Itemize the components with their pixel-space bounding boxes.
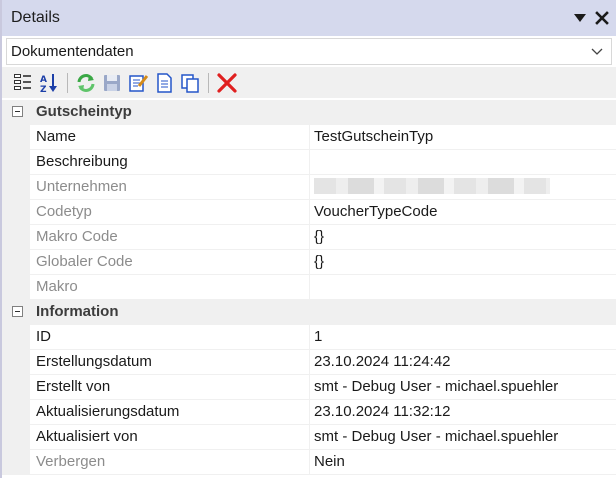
property-value-redacted[interactable] <box>310 175 616 200</box>
property-name: Erstellt von <box>30 375 310 400</box>
property-name: Globaler Code <box>30 250 310 275</box>
property-row[interactable]: Makro Code {} <box>2 225 616 250</box>
property-row[interactable]: ID 1 <box>2 325 616 350</box>
toolbar-separator <box>67 72 68 93</box>
row-gutter <box>2 425 30 450</box>
property-row[interactable]: Aktualisiert von smt - Debug User - mich… <box>2 425 616 450</box>
property-row[interactable]: Makro <box>2 275 616 300</box>
property-value[interactable]: smt - Debug User - michael.spuehler <box>310 425 616 450</box>
triangle-down-icon[interactable] <box>572 10 588 26</box>
refresh-icon[interactable] <box>73 70 99 96</box>
row-gutter <box>2 175 30 200</box>
category-label: Information <box>36 303 119 320</box>
property-grid: Gutscheintyp Name TestGutscheinTyp Besch… <box>2 100 616 475</box>
toolbar: A Z <box>2 67 616 98</box>
property-value[interactable]: {} <box>310 250 616 275</box>
details-panel: Details Dokumentendaten A Z Gutscheintyp… <box>0 0 616 478</box>
row-gutter <box>2 150 30 175</box>
property-name: Aktualisierungsdatum <box>30 400 310 425</box>
row-gutter <box>2 375 30 400</box>
redacted-value <box>314 177 550 194</box>
property-row[interactable]: Erstellungsdatum 23.10.2024 11:24:42 <box>2 350 616 375</box>
property-name: Codetyp <box>30 200 310 225</box>
save-icon[interactable] <box>99 70 125 96</box>
row-gutter <box>2 325 30 350</box>
property-value[interactable]: 23.10.2024 11:32:12 <box>310 400 616 425</box>
category-label: Gutscheintyp <box>36 103 132 120</box>
property-name: Aktualisiert von <box>30 425 310 450</box>
svg-text:Z: Z <box>40 85 47 94</box>
property-value[interactable]: {} <box>310 225 616 250</box>
copy-icon[interactable] <box>177 70 203 96</box>
row-gutter <box>2 225 30 250</box>
property-value[interactable]: Nein <box>310 450 616 475</box>
row-gutter <box>2 200 30 225</box>
sort-alphabetical-icon[interactable]: A Z <box>36 70 62 96</box>
property-value[interactable]: 1 <box>310 325 616 350</box>
property-value[interactable]: smt - Debug User - michael.spuehler <box>310 375 616 400</box>
property-name: Beschreibung <box>30 150 310 175</box>
category-row[interactable]: Information <box>2 300 616 325</box>
row-gutter <box>2 350 30 375</box>
property-row[interactable]: Unternehmen <box>2 175 616 200</box>
property-name: Unternehmen <box>30 175 310 200</box>
property-value[interactable] <box>310 150 616 175</box>
property-value[interactable]: TestGutscheinTyp <box>310 125 616 150</box>
toolbar-separator <box>208 72 209 93</box>
document-type-select-value: Dokumentendaten <box>11 43 134 60</box>
property-row[interactable]: Beschreibung <box>2 150 616 175</box>
title-bar: Details <box>2 0 616 36</box>
collapse-toggle-icon[interactable] <box>12 106 23 117</box>
property-row[interactable]: Erstellt von smt - Debug User - michael.… <box>2 375 616 400</box>
edit-icon[interactable] <box>125 70 151 96</box>
title-bar-controls <box>572 0 610 36</box>
panel-title: Details <box>11 9 60 26</box>
property-name: ID <box>30 325 310 350</box>
close-icon[interactable] <box>594 10 610 26</box>
property-value[interactable] <box>310 275 616 300</box>
row-gutter <box>2 450 30 475</box>
property-name: Erstellungsdatum <box>30 350 310 375</box>
property-row[interactable]: Aktualisierungsdatum 23.10.2024 11:32:12 <box>2 400 616 425</box>
categorized-view-icon[interactable] <box>10 70 36 96</box>
row-gutter <box>2 125 30 150</box>
delete-icon[interactable] <box>214 70 240 96</box>
row-gutter <box>2 250 30 275</box>
property-name: Verbergen <box>30 450 310 475</box>
row-gutter <box>2 400 30 425</box>
row-gutter <box>2 275 30 300</box>
document-type-select[interactable]: Dokumentendaten <box>6 38 612 65</box>
chevron-down-icon <box>591 48 603 55</box>
property-name: Makro Code <box>30 225 310 250</box>
new-document-icon[interactable] <box>151 70 177 96</box>
property-value[interactable]: VoucherTypeCode <box>310 200 616 225</box>
property-row[interactable]: Name TestGutscheinTyp <box>2 125 616 150</box>
svg-text:A: A <box>40 75 47 85</box>
category-row[interactable]: Gutscheintyp <box>2 100 616 125</box>
collapse-toggle-icon[interactable] <box>12 306 23 317</box>
property-row[interactable]: Globaler Code {} <box>2 250 616 275</box>
property-value[interactable]: 23.10.2024 11:24:42 <box>310 350 616 375</box>
property-row[interactable]: Verbergen Nein <box>2 450 616 475</box>
property-row[interactable]: Codetyp VoucherTypeCode <box>2 200 616 225</box>
property-name: Makro <box>30 275 310 300</box>
property-name: Name <box>30 125 310 150</box>
